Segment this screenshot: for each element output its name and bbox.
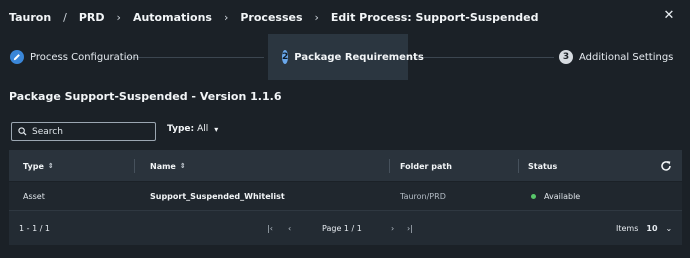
cell-type: Asset bbox=[23, 192, 45, 201]
pagination-bar: 1 - 1 / 1 |‹ ‹ Page 1 / 1 › ›| Items 10 … bbox=[9, 211, 682, 245]
cell-folder-path: Tauron/PRD bbox=[400, 192, 446, 201]
next-page-icon[interactable]: › bbox=[391, 211, 394, 245]
stepper: Process Configuration 2 Package Requirem… bbox=[0, 34, 690, 80]
pagination-range: 1 - 1 / 1 bbox=[19, 223, 51, 233]
pencil-icon bbox=[10, 50, 24, 64]
chevron-right-icon: › bbox=[116, 10, 121, 24]
step-label: Process Configuration bbox=[30, 51, 139, 63]
step-connector bbox=[124, 57, 264, 58]
breadcrumb-tauron[interactable]: Tauron bbox=[9, 11, 51, 24]
breadcrumb-current: Edit Process: Support-Suspended bbox=[330, 10, 539, 24]
chevron-down-icon: ▾ bbox=[214, 124, 219, 134]
type-filter-dropdown[interactable]: Type: All ▾ bbox=[167, 124, 218, 134]
status-dot-icon bbox=[531, 194, 536, 199]
table-row[interactable]: Asset Support_Suspended_Whitelist Tauron… bbox=[9, 182, 682, 211]
column-divider[interactable] bbox=[389, 159, 390, 173]
search-input[interactable] bbox=[32, 126, 152, 137]
prev-page-icon[interactable]: ‹ bbox=[288, 211, 291, 245]
column-divider[interactable] bbox=[134, 159, 135, 173]
step-number: 3 bbox=[559, 50, 573, 64]
step-process-configuration[interactable]: Process Configuration bbox=[10, 34, 139, 80]
items-per-page-dropdown[interactable]: Items 10 ⌄ bbox=[616, 211, 672, 245]
step-connector bbox=[412, 57, 554, 58]
items-label: Items bbox=[616, 223, 639, 233]
column-header-folder-path: Folder path bbox=[400, 161, 452, 171]
cell-status: Available bbox=[531, 182, 580, 211]
sort-icon: ⇕ bbox=[179, 162, 186, 170]
step-number: 2 bbox=[282, 50, 289, 64]
header-bar: Tauron / PRD › Automations › Processes ›… bbox=[0, 0, 690, 34]
breadcrumb-processes[interactable]: Processes bbox=[240, 11, 302, 24]
type-filter-label: Type: bbox=[167, 124, 195, 134]
breadcrumb-automations[interactable]: Automations bbox=[133, 11, 212, 24]
table-header: Type ⇕ Name ⇕ Folder path Status bbox=[9, 150, 682, 182]
chevron-down-icon: ⌄ bbox=[665, 223, 673, 233]
column-header-name[interactable]: Name ⇕ bbox=[150, 150, 186, 182]
search-box[interactable] bbox=[11, 122, 156, 141]
first-page-icon[interactable]: |‹ bbox=[267, 211, 273, 245]
type-filter-value: All bbox=[197, 124, 209, 134]
last-page-icon[interactable]: ›| bbox=[407, 211, 413, 245]
step-package-requirements[interactable]: 2 Package Requirements bbox=[268, 34, 424, 80]
page-indicator: Page 1 / 1 bbox=[322, 223, 362, 233]
status-text: Available bbox=[544, 192, 581, 201]
sort-icon: ⇕ bbox=[47, 162, 54, 170]
chevron-right-icon: › bbox=[223, 10, 229, 24]
cell-name: Support_Suspended_Whitelist bbox=[150, 192, 285, 201]
close-icon[interactable]: ✕ bbox=[662, 9, 676, 23]
search-icon bbox=[18, 127, 27, 136]
chevron-right-icon: › bbox=[314, 10, 319, 24]
step-additional-settings[interactable]: 3 Additional Settings bbox=[559, 34, 673, 80]
column-divider[interactable] bbox=[518, 159, 519, 173]
column-header-status: Status bbox=[528, 161, 558, 171]
breadcrumb-prd[interactable]: PRD bbox=[79, 11, 105, 24]
step-label: Package Requirements bbox=[294, 51, 424, 63]
breadcrumb-separator: / bbox=[63, 10, 67, 24]
column-header-type[interactable]: Type ⇕ bbox=[23, 150, 54, 182]
package-title: Package Support-Suspended - Version 1.1.… bbox=[9, 90, 282, 103]
step-label: Additional Settings bbox=[579, 51, 674, 63]
items-value: 10 bbox=[646, 223, 658, 233]
requirements-table: Type ⇕ Name ⇕ Folder path Status Asset Sup… bbox=[9, 150, 682, 245]
refresh-icon[interactable] bbox=[660, 160, 672, 172]
